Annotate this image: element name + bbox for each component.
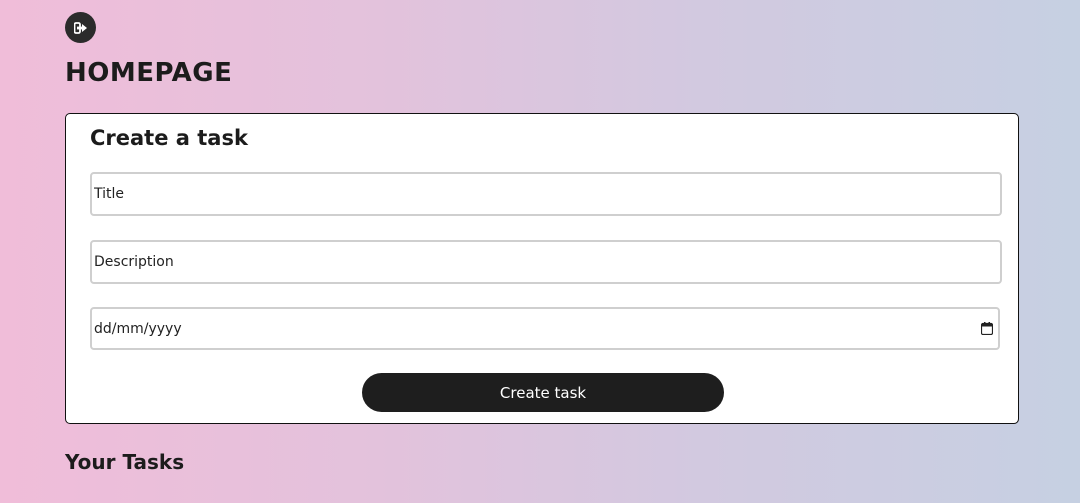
page-title: HOMEPAGE (65, 58, 233, 88)
your-tasks-heading: Your Tasks (65, 450, 185, 474)
task-description-input[interactable] (90, 240, 1002, 284)
logout-icon (73, 21, 88, 34)
create-task-card: Create a task dd/mm/yyyy Create task (65, 113, 1019, 424)
create-task-heading: Create a task (90, 126, 248, 150)
date-placeholder: dd/mm/yyyy (94, 320, 182, 337)
logout-button[interactable] (65, 12, 96, 43)
calendar-icon[interactable] (981, 322, 993, 335)
create-task-button[interactable]: Create task (362, 373, 724, 412)
task-date-input[interactable]: dd/mm/yyyy (90, 307, 1000, 350)
task-title-input[interactable] (90, 172, 1002, 216)
